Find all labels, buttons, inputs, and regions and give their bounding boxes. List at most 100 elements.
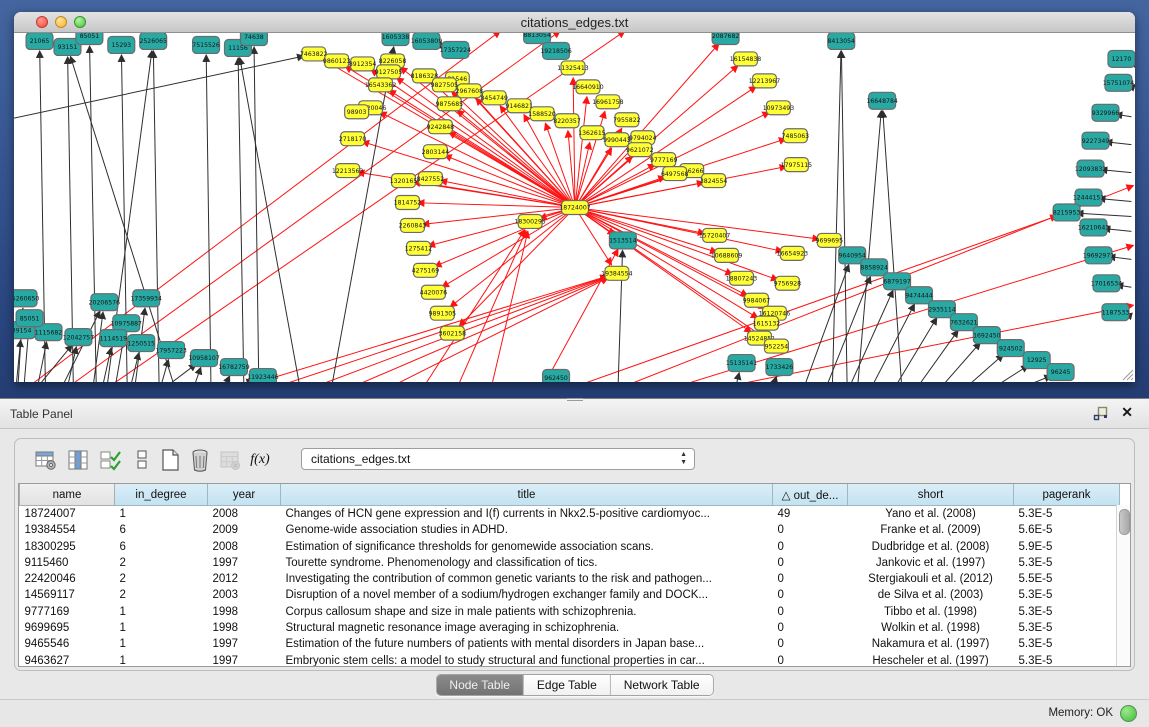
graph-node-9990443[interactable]: 9990443 <box>603 133 631 147</box>
cell-out_de[interactable]: 0 <box>773 620 848 636</box>
edge-black[interactable] <box>14 56 304 121</box>
cell-short[interactable]: Tibbo et al. (1998) <box>848 604 1014 620</box>
graph-node-15751074[interactable]: 15751074 <box>1103 74 1134 91</box>
edge-black[interactable] <box>192 367 201 382</box>
graph-node-2526065[interactable]: 2526065 <box>139 33 167 49</box>
network-window[interactable]: citations_edges.txt 18724007183002951938… <box>14 12 1135 382</box>
graph-node-12925[interactable]: 12925 <box>1023 352 1050 369</box>
edge-red[interactable] <box>226 276 607 382</box>
cell-year[interactable]: 2008 <box>208 506 281 523</box>
edge-black[interactable] <box>914 330 958 382</box>
graph-node-1250515[interactable]: 1250515 <box>127 335 155 352</box>
graph-node-9777169[interactable]: 9777169 <box>650 153 678 167</box>
graph-node-19384554[interactable]: 19384554 <box>601 266 632 280</box>
graph-node-12213967[interactable]: 12213967 <box>749 74 780 88</box>
graph-node-12042757[interactable]: 12042757 <box>63 329 94 346</box>
scrollbar-thumb[interactable] <box>1119 509 1130 535</box>
network-canvas[interactable]: 1872400718300295193845542106593151850511… <box>14 33 1135 382</box>
splitter-handle[interactable] <box>567 398 583 405</box>
graph-node-17957223[interactable]: 17957223 <box>155 342 186 359</box>
graph-node-85051[interactable]: 85051 <box>16 310 43 327</box>
graph-node-9984067[interactable]: 9984067 <box>743 293 771 307</box>
cell-title[interactable]: Changes of HCN gene expression and I(f) … <box>281 506 773 523</box>
column-chooser-icon[interactable] <box>65 447 91 473</box>
cell-out_de[interactable]: 0 <box>773 636 848 652</box>
edge-red[interactable] <box>575 142 590 207</box>
graph-node-1114519[interactable]: 1114519 <box>100 330 128 347</box>
graph-node-15135141[interactable]: 15135141 <box>726 355 757 372</box>
graph-node-1615132[interactable]: 1615132 <box>753 316 781 330</box>
cell-name[interactable]: 14569117 <box>20 587 115 603</box>
cell-name[interactable]: 9777169 <box>20 604 115 620</box>
graph-node-4275169[interactable]: 4275169 <box>412 263 440 277</box>
edge-black[interactable] <box>735 373 740 382</box>
table-source-dropdown[interactable]: citations_edges.txt ▲▼ <box>301 448 695 470</box>
cell-title[interactable]: Tourette syndrome. Phenomenology and cla… <box>281 555 773 571</box>
float-panel-icon[interactable] <box>1093 406 1109 422</box>
graph-node-9875685[interactable]: 9875685 <box>436 97 464 111</box>
graph-node-18807243[interactable]: 18807243 <box>726 271 757 285</box>
table-row[interactable]: 1872400712008Changes of HCN gene express… <box>20 506 1120 523</box>
cell-out_de[interactable]: 0 <box>773 522 848 538</box>
cell-short[interactable]: Franke et al. (2009) <box>848 522 1014 538</box>
edge-black[interactable] <box>331 47 394 382</box>
edge-black[interactable] <box>66 347 76 382</box>
table-row[interactable]: 911546021997Tourette syndrome. Phenomeno… <box>20 555 1120 571</box>
edge-red[interactable] <box>449 132 575 208</box>
graph-node-7515526[interactable]: 7515526 <box>192 36 220 53</box>
edge-black[interactable] <box>1077 213 1132 216</box>
graph-node-17359934[interactable]: 17359934 <box>131 290 162 307</box>
graph-node-19692971[interactable]: 19692971 <box>1083 247 1114 264</box>
graph-node-1187533[interactable]: 1187533 <box>1102 304 1130 321</box>
graph-node-15720407[interactable]: 15720407 <box>699 228 730 242</box>
graph-node-1320165[interactable]: 1320165 <box>390 174 418 188</box>
cell-year[interactable]: 2008 <box>208 539 281 555</box>
graph-node-16154838[interactable]: 16154838 <box>730 52 761 66</box>
table-settings-icon[interactable] <box>33 447 59 473</box>
graph-node-8454749[interactable]: 8454749 <box>480 91 508 105</box>
graph-node-7485063[interactable]: 7485063 <box>782 129 810 143</box>
graph-node-1814752[interactable]: 1814752 <box>394 196 422 210</box>
graph-node-96245[interactable]: 96245 <box>1047 364 1074 381</box>
cell-in_degree[interactable]: 1 <box>115 604 208 620</box>
graph-node-11325413[interactable]: 11325413 <box>557 61 588 75</box>
graph-node-98903[interactable]: 98903 <box>345 105 369 119</box>
edge-red[interactable] <box>422 208 575 225</box>
graph-node-3824554[interactable]: 3824554 <box>700 174 728 188</box>
cell-title[interactable]: Corpus callosum shape and size in male p… <box>281 604 773 620</box>
tab-network-table[interactable]: Network Table <box>610 675 713 695</box>
graph-node-9621072[interactable]: 9621072 <box>626 143 654 157</box>
graph-node-15293[interactable]: 15293 <box>108 36 135 53</box>
tab-edge-table[interactable]: Edge Table <box>523 675 610 695</box>
cell-name[interactable]: 19384554 <box>20 522 115 538</box>
graph-node-9227349[interactable]: 9227349 <box>1082 132 1110 149</box>
graph-node-962450[interactable]: 962450 <box>543 370 570 382</box>
cell-out_de[interactable]: 0 <box>773 571 848 587</box>
cell-out_de[interactable]: 0 <box>773 555 848 571</box>
edge-black[interactable] <box>937 343 980 382</box>
row-height-icon[interactable] <box>129 447 155 473</box>
cell-in_degree[interactable]: 6 <box>115 539 208 555</box>
cell-in_degree[interactable]: 2 <box>115 555 208 571</box>
column-header-in_degree[interactable]: in_degree <box>115 484 208 506</box>
edge-red[interactable] <box>101 33 625 382</box>
graph-node-12444151[interactable]: 12444151 <box>1073 189 1104 206</box>
edge-red[interactable] <box>575 208 612 265</box>
graph-node-21065[interactable]: 21065 <box>26 33 53 49</box>
cell-year[interactable]: 1997 <box>208 653 281 667</box>
graph-node-9891305[interactable]: 9891305 <box>429 306 457 320</box>
graph-node-1513514[interactable]: 1513514 <box>609 232 637 249</box>
table-vertical-scrollbar[interactable] <box>1116 505 1130 666</box>
graph-node-4420076[interactable]: 4420076 <box>420 285 448 299</box>
edge-black[interactable] <box>832 51 841 382</box>
cell-short[interactable]: Nakamura et al. (1997) <box>848 636 1014 652</box>
cell-out_de[interactable]: 0 <box>773 604 848 620</box>
cell-year[interactable]: 2012 <box>208 571 281 587</box>
cell-name[interactable]: 9115460 <box>20 555 115 571</box>
edge-black[interactable] <box>254 47 259 382</box>
cell-title[interactable]: Embryonic stem cells: a model to study s… <box>281 653 773 667</box>
graph-node-16961758[interactable]: 16961758 <box>592 95 623 109</box>
graph-node-16648784[interactable]: 16648784 <box>866 92 897 109</box>
cell-name[interactable]: 22420046 <box>20 571 115 587</box>
graph-node-20206576[interactable]: 20206576 <box>89 294 120 311</box>
